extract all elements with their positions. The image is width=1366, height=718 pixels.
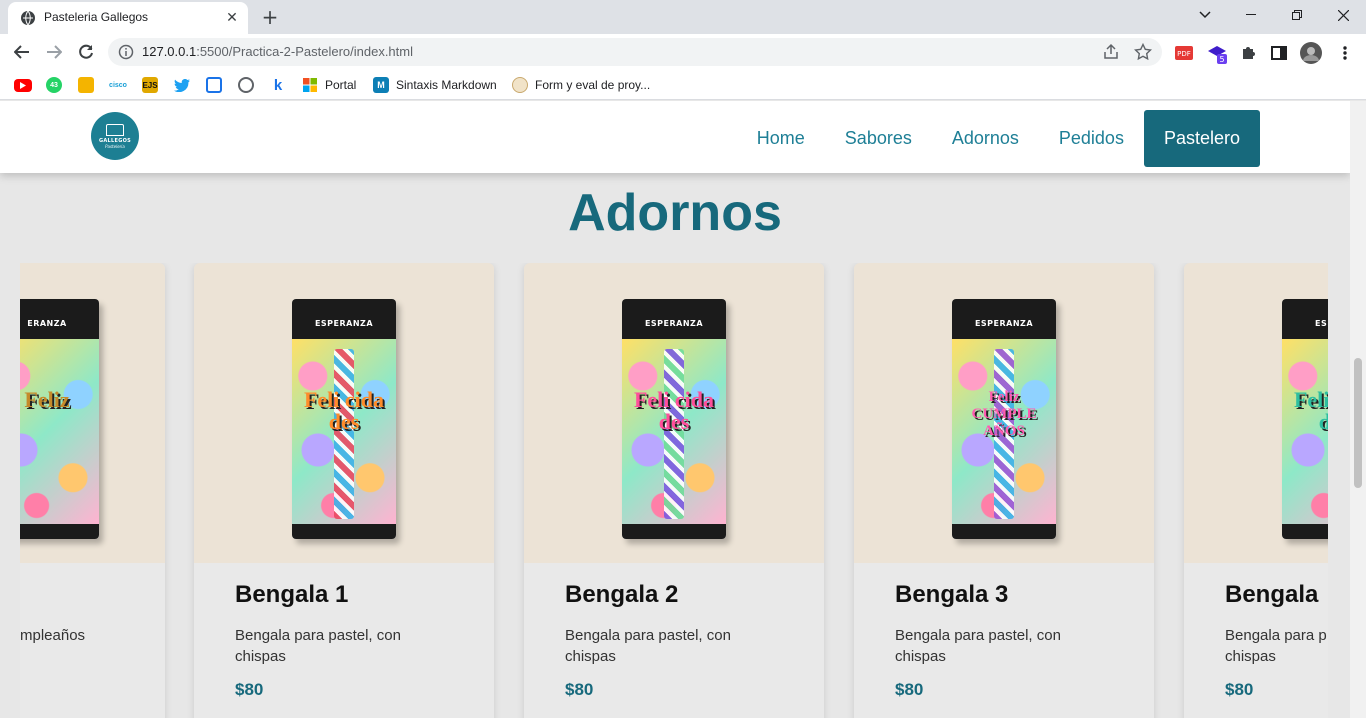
product-price: $80 xyxy=(895,680,924,699)
product-card[interactable]: ESPERANZA Feli cida des Bengala 1 Bengal… xyxy=(194,263,494,718)
bookmark-twitter[interactable] xyxy=(174,76,197,94)
globe-icon xyxy=(21,10,35,26)
seal-icon xyxy=(512,77,528,93)
bookmark-portal[interactable]: Portal xyxy=(302,76,356,94)
nav-pedidos[interactable]: Pedidos xyxy=(1039,110,1144,167)
nav-pastelero[interactable]: Pastelero xyxy=(1143,110,1260,167)
back-icon[interactable] xyxy=(8,38,36,66)
product-name: Bengala xyxy=(1225,581,1319,608)
product-description: mpleaños xyxy=(20,627,86,644)
product-carousel[interactable]: ERANZA Feliz mpleaños ESPERANZA Feli cid… xyxy=(20,263,1328,718)
nav-sabores[interactable]: Sabores xyxy=(825,110,932,167)
minimize-icon[interactable] xyxy=(1228,0,1274,30)
product-name: Bengala 3 xyxy=(895,581,1009,608)
calendar-icon xyxy=(206,77,222,93)
section-title: Adornos xyxy=(568,184,782,242)
url-text[interactable]: 127.0.0.1:5500/Practica-2-Pastelero/inde… xyxy=(142,44,413,59)
product-price: $80 xyxy=(565,680,594,699)
tab-title: Pasteleria Gallegos xyxy=(44,10,149,24)
tab-search-icon[interactable] xyxy=(1182,0,1228,30)
close-tab-icon[interactable]: ✕ xyxy=(222,8,242,28)
product-description: Bengala para pastel, con chispas xyxy=(895,627,1061,665)
bookmark-calendar[interactable] xyxy=(206,76,229,94)
bookmark-ejs[interactable]: EJS xyxy=(142,76,165,94)
share-icon[interactable] xyxy=(1102,43,1120,61)
k-icon: k xyxy=(273,76,283,94)
product-card[interactable]: ESPERANZA Feliz CUMPLE AÑOS Bengala 3 Be… xyxy=(854,263,1154,718)
pencil-icon xyxy=(78,77,94,93)
markdown-icon: M xyxy=(373,77,389,93)
cake-icon xyxy=(106,123,124,136)
candle-package-image: ESPERANZA Feliz CUMPLE AÑOS xyxy=(952,299,1056,539)
pdf-extension-icon[interactable]: PDF xyxy=(1173,42,1195,64)
site-info-icon[interactable] xyxy=(118,44,134,60)
forward-icon[interactable] xyxy=(40,38,68,66)
product-photo: ERANZA Feliz xyxy=(20,263,165,563)
side-panel-icon[interactable] xyxy=(1268,42,1290,64)
bookmark-form-eval[interactable]: Form y eval de proy... xyxy=(512,76,650,94)
bookmark-label: Portal xyxy=(325,78,357,92)
browser-tabstrip: Pasteleria Gallegos ✕ + xyxy=(0,0,1366,34)
candle-package-image: ESPERANZA Feli cida des xyxy=(292,299,396,539)
browser-tab[interactable]: Pasteleria Gallegos ✕ xyxy=(8,2,248,34)
product-photo: ESPERANZA Feli cida des xyxy=(194,263,494,563)
site-logo[interactable]: GALLEGOS Pasteleria xyxy=(91,112,139,160)
extensions-puzzle-icon[interactable] xyxy=(1237,42,1259,64)
cisco-icon: cisco xyxy=(109,81,127,89)
new-tab-button[interactable]: + xyxy=(258,5,282,29)
profile-avatar[interactable] xyxy=(1300,42,1322,64)
main-nav: Home Sabores Adornos Pedidos Pastelero xyxy=(737,110,1260,167)
product-description: Bengala para pastel, con chispas xyxy=(235,627,401,665)
site-header: GALLEGOS Pasteleria Home Sabores Adornos… xyxy=(0,101,1350,173)
candle-package-image: ERANZA Feliz xyxy=(20,299,99,539)
candle-package-image: ESPERANZA Feli cida des xyxy=(622,299,726,539)
scrollbar-thumb[interactable] xyxy=(1354,358,1362,488)
youtube-icon xyxy=(14,78,32,92)
product-description: Bengala para p chispas xyxy=(1225,627,1327,665)
product-photo: ESPERA Feli cida des xyxy=(1184,263,1328,563)
product-photo: ESPERANZA Feli cida des xyxy=(524,263,824,563)
page-viewport: GALLEGOS Pasteleria Home Sabores Adornos… xyxy=(0,101,1350,718)
extension-badge-icon[interactable]: 5 xyxy=(1206,42,1228,64)
nav-home[interactable]: Home xyxy=(737,110,825,167)
address-bar[interactable]: 127.0.0.1:5500/Practica-2-Pastelero/inde… xyxy=(108,38,1162,66)
product-card[interactable]: ERANZA Feliz mpleaños xyxy=(20,263,165,718)
ejs-icon: EJS xyxy=(142,77,158,93)
globe-icon xyxy=(238,77,254,93)
bookmark-star-icon[interactable] xyxy=(1134,43,1152,61)
bookmark-youtube[interactable] xyxy=(14,76,39,94)
nav-adornos[interactable]: Adornos xyxy=(932,110,1039,167)
whatsapp-icon: 43 xyxy=(46,77,62,93)
bookmark-pencil[interactable] xyxy=(78,76,101,94)
svg-text:5: 5 xyxy=(1219,55,1224,64)
twitter-icon xyxy=(174,77,190,93)
product-name: Bengala 1 xyxy=(235,581,349,608)
close-window-icon[interactable] xyxy=(1320,0,1366,30)
page-scrollbar[interactable] xyxy=(1350,101,1366,718)
microsoft-icon xyxy=(302,77,318,93)
bookmark-k[interactable]: k xyxy=(270,76,293,94)
reload-icon[interactable] xyxy=(72,38,100,66)
restore-icon[interactable] xyxy=(1274,0,1320,30)
svg-text:PDF: PDF xyxy=(1177,50,1191,58)
candle-package-image: ESPERA Feli cida des xyxy=(1282,299,1328,539)
product-card[interactable]: ESPERA Feli cida des Bengala Bengala par… xyxy=(1184,263,1328,718)
logo-subtext: Pasteleria xyxy=(105,143,125,149)
product-price: $80 xyxy=(235,680,264,699)
product-description: Bengala para pastel, con chispas xyxy=(565,627,731,665)
bookmark-cisco[interactable]: cisco xyxy=(109,76,133,94)
bookmark-sintaxis-markdown[interactable]: M Sintaxis Markdown xyxy=(373,76,497,94)
browser-toolbar: 127.0.0.1:5500/Practica-2-Pastelero/inde… xyxy=(0,34,1366,70)
product-name: Bengala 2 xyxy=(565,581,679,608)
bookmark-label: Form y eval de proy... xyxy=(535,78,651,92)
product-card[interactable]: ESPERANZA Feli cida des Bengala 2 Bengal… xyxy=(524,263,824,718)
bookmarks-bar: 43 cisco EJS k Portal M Sintaxis Markdow… xyxy=(0,70,1366,100)
bookmark-whatsapp[interactable]: 43 xyxy=(46,76,69,94)
bookmark-label: Sintaxis Markdown xyxy=(396,78,497,92)
product-photo: ESPERANZA Feliz CUMPLE AÑOS xyxy=(854,263,1154,563)
bookmark-globe[interactable] xyxy=(238,76,261,94)
product-price: $80 xyxy=(1225,680,1254,699)
menu-kebab-icon[interactable] xyxy=(1334,42,1356,64)
